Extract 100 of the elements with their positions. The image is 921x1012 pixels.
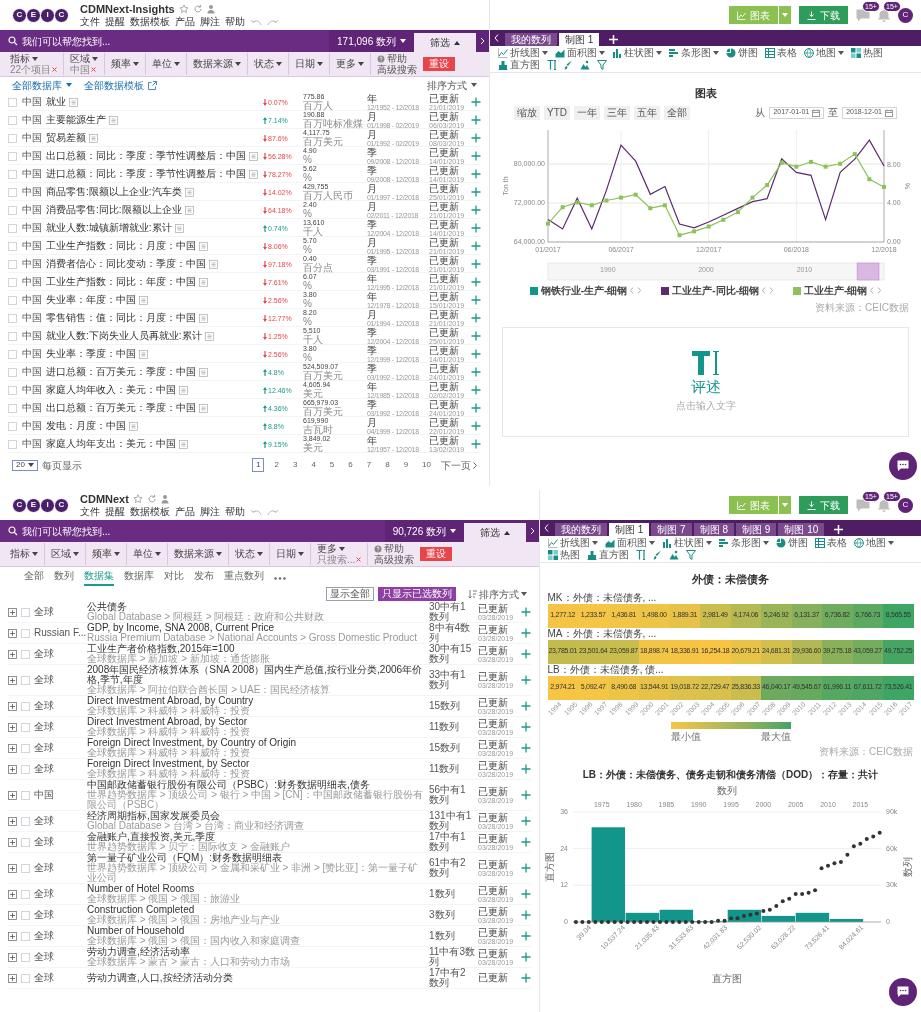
chart-type-button[interactable]: 表格 [815,538,847,548]
database-dropdown[interactable]: 全部数据库 [12,77,72,93]
redo-icon[interactable] [267,507,279,516]
info-icon[interactable] [184,205,194,215]
template-link[interactable]: 全部数据模板 [84,77,144,93]
dataset-title[interactable]: Direct Investment Abroad, by Country [87,696,426,706]
checkbox[interactable] [8,295,17,305]
range-button[interactable]: 一年 [574,105,600,120]
menu-item[interactable]: 帮助 [225,506,245,517]
filter-dropdown[interactable]: 更多 [336,59,365,69]
chat-icon[interactable] [856,8,870,22]
dataset-title[interactable]: Number of Hotel Rooms [87,884,426,894]
series-name[interactable]: 出口总额：百万美元：季度：中国 [46,403,196,413]
chart-tab[interactable]: 制图 8 [693,523,735,536]
chart-type-button[interactable]: 饼图 [776,538,808,548]
next-page-button[interactable]: 下一页 [441,457,477,473]
checkbox[interactable] [21,722,30,732]
filter-dropdown[interactable]: 单位 [133,549,161,559]
result-tab[interactable]: 发布 [194,571,214,586]
redo-icon[interactable] [267,17,279,26]
brush-icon[interactable] [653,550,662,560]
dataset-title[interactable]: 工业生产者价格指数,2015年=100 [87,644,426,654]
help-link[interactable]: 帮助 [384,543,405,554]
undo-icon[interactable] [250,507,262,516]
result-tab[interactable]: 全部 [24,571,44,586]
series-name[interactable]: 工业生产指数：同比：年度：中国 [46,277,196,287]
checkbox[interactable] [21,889,30,899]
person-icon[interactable] [160,494,171,504]
checkbox[interactable] [8,133,17,143]
filter-dropdown[interactable]: 指标 [10,53,58,64]
advanced-search-link[interactable]: 高级搜索 [374,554,415,565]
calendar-icon[interactable] [812,108,821,117]
search-field[interactable]: 我们可以帮您找到... [0,30,330,52]
info-icon[interactable] [199,403,208,413]
chart-tab[interactable]: 制图 10 [778,523,825,536]
help-link[interactable]: 帮助 [387,53,408,64]
filter-dropdown[interactable]: 单位 [152,59,181,69]
menu-item[interactable]: 帮助 [225,16,245,27]
user-avatar[interactable]: C [898,497,913,513]
page-button[interactable]: 6 [344,458,357,472]
menu-item[interactable]: 提醒 [105,16,125,27]
checkbox[interactable] [21,837,30,847]
result-tab[interactable]: 重点数列 [224,571,264,586]
refresh-icon[interactable] [146,494,157,504]
chart-type-button[interactable]: 直方图 [498,60,540,70]
result-tab[interactable]: 对比 [164,571,184,586]
checkbox[interactable] [8,259,17,269]
checkbox[interactable] [8,385,17,395]
toggle-button[interactable]: 显示全部 [326,587,374,601]
back-icon[interactable] [544,524,549,532]
chart-type-button[interactable]: 热图 [851,48,883,58]
menu-item[interactable]: 文件 [80,16,100,27]
chart-type-button[interactable]: 折线图 [498,48,548,58]
chevron-left-icon[interactable] [870,287,875,294]
menu-item[interactable]: 数据模板 [130,16,170,27]
page-button[interactable]: 9 [399,458,413,472]
series-name[interactable]: 进口总额：同比：季度：季节性调整后：中国 [46,169,246,179]
dataset-title[interactable]: 第一量子矿业公司（FQM）:财务数据明细表 [87,853,426,863]
filter-icon[interactable] [597,60,607,70]
dropdown-button[interactable] [778,6,791,24]
series-name[interactable]: 就业人数:城镇新增就业:累计 [46,223,172,233]
chart-type-button[interactable]: 折线图 [548,538,598,548]
commentary-card[interactable]: 评述 点击输入文字 [502,326,909,437]
text-tool-icon[interactable] [547,60,557,70]
filter-icon[interactable] [686,550,696,560]
chart-type-button[interactable]: 条形图 [719,538,769,548]
checkbox[interactable] [8,403,17,413]
info-icon[interactable] [249,169,258,179]
info-icon[interactable] [199,367,208,377]
info-icon[interactable] [199,313,208,323]
checkbox[interactable] [8,151,17,161]
info-icon[interactable] [204,331,214,341]
series-name[interactable]: 出口总额：同比：季度：季节性调整后：中国 [46,151,246,161]
undo-icon[interactable] [250,17,262,26]
filter-dropdown[interactable]: 状态 [254,59,283,69]
info-icon[interactable] [89,133,98,143]
filter-tab[interactable]: 筛选 [414,33,476,52]
checkbox[interactable] [21,649,30,659]
help-icon[interactable] [377,54,386,63]
filter-dropdown[interactable]: 区域 [70,53,99,64]
dataset-title[interactable]: 中国邮政储蓄银行股份有限公司（PSBC）:财务数据明细表,债务 [87,780,426,790]
checkbox[interactable] [21,607,30,617]
series-name[interactable]: 贸易差额 [46,133,86,143]
info-icon[interactable] [209,259,218,269]
dataset-title[interactable]: 公共债务 [87,602,426,612]
dataset-title[interactable]: Construction Completed [87,905,426,915]
bell-icon[interactable] [878,498,890,512]
filter-dropdown[interactable]: 数据来源 [193,59,242,69]
chart-type-button[interactable]: 面积图 [605,538,655,548]
image-icon[interactable] [580,60,590,70]
series-name[interactable]: 消费品零售:同比:限额以上企业 [46,205,182,215]
series-count-dropdown[interactable]: 171,096 数列 [329,30,414,52]
refresh-icon[interactable] [192,4,203,14]
checkbox[interactable] [21,790,30,800]
info-icon[interactable] [139,295,148,305]
checkbox[interactable] [21,764,30,774]
bell-icon[interactable] [878,8,890,22]
series-name[interactable]: 就业人数:下岗失业人员再就业:累计 [46,331,202,341]
menu-item[interactable]: 文件 [80,506,100,517]
range-button[interactable]: 全部 [664,105,690,120]
